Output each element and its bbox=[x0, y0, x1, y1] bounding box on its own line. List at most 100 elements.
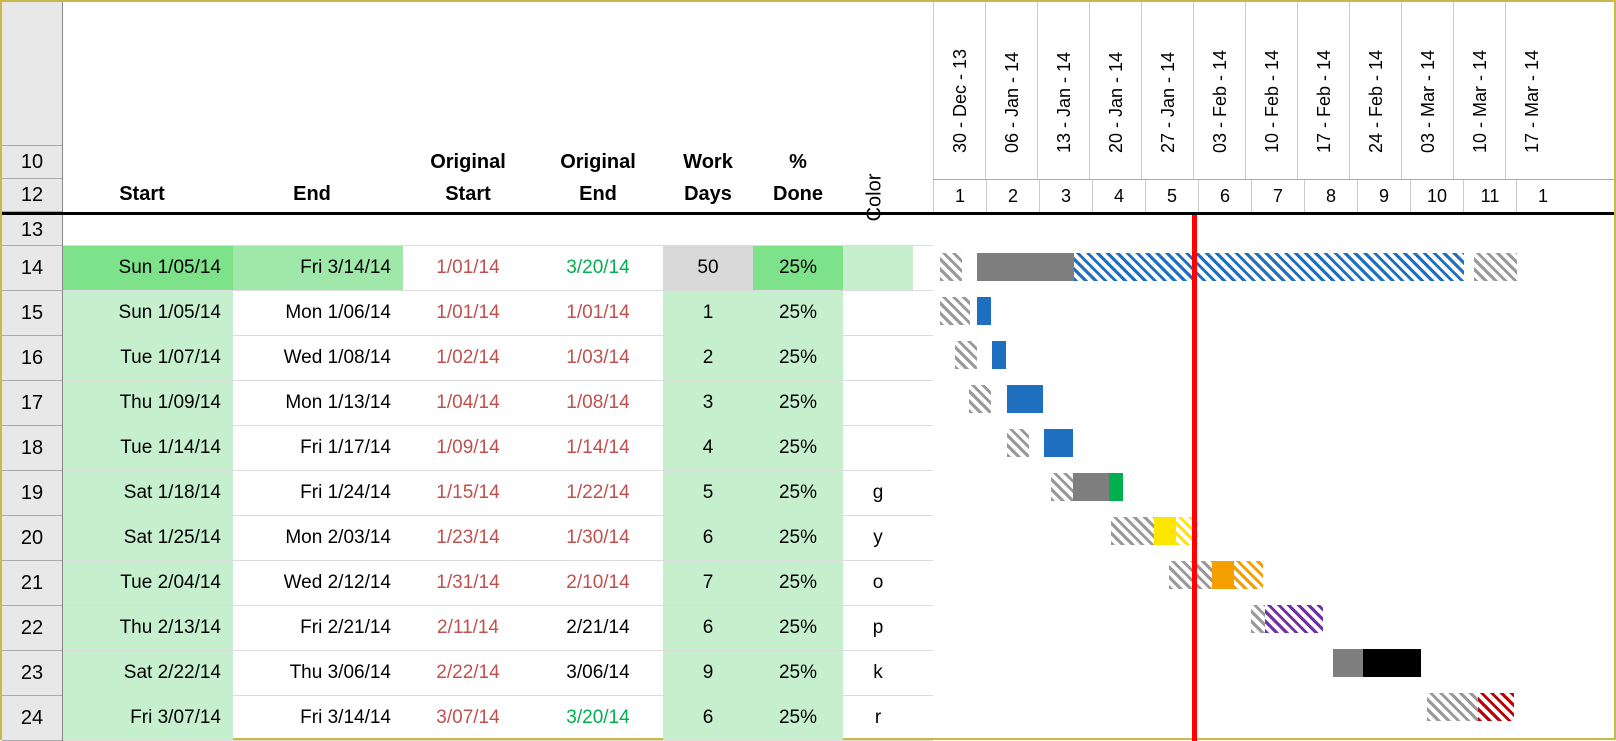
row-number[interactable]: 14 bbox=[2, 246, 62, 291]
cell-work-days[interactable]: 1 bbox=[663, 291, 753, 335]
cell-pct-done[interactable]: 25% bbox=[753, 651, 843, 695]
cell-original-start[interactable]: 2/22/14 bbox=[403, 651, 533, 695]
cell-work-days[interactable]: 5 bbox=[663, 471, 753, 515]
cell-pct-done[interactable]: 25% bbox=[753, 426, 843, 470]
cell-end[interactable]: Wed 2/12/14 bbox=[233, 561, 403, 605]
cell-original-start[interactable]: 1/01/14 bbox=[403, 246, 533, 290]
cell-color[interactable]: r bbox=[843, 696, 913, 740]
timeline-week-cell[interactable]: 4 bbox=[1092, 180, 1145, 212]
timeline-week-cell[interactable]: 3 bbox=[1039, 180, 1092, 212]
header-original-start-1[interactable]: Original bbox=[403, 151, 533, 180]
row-number[interactable]: 10 bbox=[2, 146, 62, 179]
cell-end[interactable]: Thu 3/06/14 bbox=[233, 651, 403, 695]
gantt-bar[interactable] bbox=[1427, 693, 1478, 721]
header-pct-1[interactable]: % bbox=[753, 151, 843, 180]
timeline-date-cell[interactable]: 13 - Jan - 14 bbox=[1037, 2, 1089, 179]
cell-pct-done[interactable]: 25% bbox=[753, 471, 843, 515]
row-number[interactable]: 20 bbox=[2, 516, 62, 561]
gantt-bar[interactable] bbox=[1333, 649, 1363, 677]
cell-end[interactable]: Fri 2/21/14 bbox=[233, 606, 403, 650]
cell-original-end[interactable]: 1/14/14 bbox=[533, 426, 663, 470]
cell-end[interactable]: Wed 1/08/14 bbox=[233, 336, 403, 380]
cell-pct-done[interactable]: 25% bbox=[753, 561, 843, 605]
row-number[interactable]: 16 bbox=[2, 336, 62, 381]
cell-pct-done[interactable]: 25% bbox=[753, 291, 843, 335]
timeline-date-cell[interactable]: 27 - Jan - 14 bbox=[1141, 2, 1193, 179]
cell-work-days[interactable]: 4 bbox=[663, 426, 753, 470]
header-start[interactable]: Start bbox=[63, 183, 233, 212]
cell-color[interactable] bbox=[843, 246, 913, 290]
timeline-date-cell[interactable]: 03 - Feb - 14 bbox=[1193, 2, 1245, 179]
gantt-bar[interactable] bbox=[1478, 693, 1514, 721]
cell-end[interactable]: Fri 1/24/14 bbox=[233, 471, 403, 515]
row-number[interactable]: 18 bbox=[2, 426, 62, 471]
gantt-bar[interactable] bbox=[1234, 561, 1263, 589]
timeline-date-cell[interactable]: 10 - Mar - 14 bbox=[1453, 2, 1505, 179]
cell-start[interactable]: Sun 1/05/14 bbox=[63, 291, 233, 335]
cell-work-days[interactable]: 7 bbox=[663, 561, 753, 605]
cell-start[interactable]: Tue 1/14/14 bbox=[63, 426, 233, 470]
row-number[interactable]: 17 bbox=[2, 381, 62, 426]
gantt-bar[interactable] bbox=[940, 297, 970, 325]
cell-color[interactable]: g bbox=[843, 471, 913, 515]
cell-color[interactable]: k bbox=[843, 651, 913, 695]
cell-end[interactable]: Mon 1/13/14 bbox=[233, 381, 403, 425]
gantt-bar[interactable] bbox=[940, 253, 962, 281]
header-original-start-2[interactable]: Start bbox=[403, 183, 533, 212]
cell-work-days[interactable]: 2 bbox=[663, 336, 753, 380]
gantt-bar[interactable] bbox=[1111, 517, 1154, 545]
cell-original-start[interactable]: 1/01/14 bbox=[403, 291, 533, 335]
header-pct-2[interactable]: Done bbox=[753, 183, 843, 212]
header-original-end-2[interactable]: End bbox=[533, 183, 663, 212]
cell-original-start[interactable]: 2/11/14 bbox=[403, 606, 533, 650]
cell-original-end[interactable]: 1/01/14 bbox=[533, 291, 663, 335]
header-end[interactable]: End bbox=[233, 183, 403, 212]
timeline-date-cell[interactable]: 24 - Feb - 14 bbox=[1349, 2, 1401, 179]
cell-work-days[interactable]: 6 bbox=[663, 516, 753, 560]
cell-original-end[interactable]: 1/08/14 bbox=[533, 381, 663, 425]
gantt-bar[interactable] bbox=[1073, 473, 1109, 501]
cell-original-end[interactable]: 1/30/14 bbox=[533, 516, 663, 560]
cell-original-end[interactable]: 3/20/14 bbox=[533, 696, 663, 740]
gantt-bar[interactable] bbox=[1007, 429, 1029, 457]
cell-start[interactable]: Thu 2/13/14 bbox=[63, 606, 233, 650]
gantt-bar[interactable] bbox=[1154, 517, 1176, 545]
timeline-date-cell[interactable]: 06 - Jan - 14 bbox=[985, 2, 1037, 179]
cell-start[interactable]: Tue 1/07/14 bbox=[63, 336, 233, 380]
cell-color[interactable] bbox=[843, 336, 913, 380]
gantt-bar[interactable] bbox=[1265, 605, 1323, 633]
cell-original-start[interactable]: 1/09/14 bbox=[403, 426, 533, 470]
header-work-1[interactable]: Work bbox=[663, 151, 753, 180]
timeline-week-cell[interactable]: 6 bbox=[1198, 180, 1251, 212]
header-color[interactable]: Color bbox=[864, 163, 893, 233]
gantt-bar[interactable] bbox=[1109, 473, 1123, 501]
cell-pct-done[interactable]: 25% bbox=[753, 336, 843, 380]
cell-end[interactable]: Mon 2/03/14 bbox=[233, 516, 403, 560]
cell-color[interactable]: p bbox=[843, 606, 913, 650]
cell-original-start[interactable]: 1/31/14 bbox=[403, 561, 533, 605]
cell-original-start[interactable]: 1/15/14 bbox=[403, 471, 533, 515]
cell-start[interactable]: Thu 1/09/14 bbox=[63, 381, 233, 425]
gantt-bar[interactable] bbox=[955, 341, 977, 369]
gantt-bar[interactable] bbox=[1363, 649, 1421, 677]
gantt-bar[interactable] bbox=[992, 341, 1006, 369]
gantt-bar[interactable] bbox=[1044, 429, 1073, 457]
timeline-date-cell[interactable]: 03 - Mar - 14 bbox=[1401, 2, 1453, 179]
cell-end[interactable]: Fri 3/14/14 bbox=[233, 696, 403, 740]
gantt-bar[interactable] bbox=[1074, 253, 1464, 281]
cell-color[interactable] bbox=[843, 426, 913, 470]
cell-original-end[interactable]: 3/20/14 bbox=[533, 246, 663, 290]
gantt-bar[interactable] bbox=[977, 297, 991, 325]
cell-start[interactable]: Sat 1/25/14 bbox=[63, 516, 233, 560]
cell-original-end[interactable]: 2/10/14 bbox=[533, 561, 663, 605]
gantt-bar[interactable] bbox=[1169, 561, 1212, 589]
timeline-date-cell[interactable]: 20 - Jan - 14 bbox=[1089, 2, 1141, 179]
timeline-week-cell[interactable]: 5 bbox=[1145, 180, 1198, 212]
cell-pct-done[interactable]: 25% bbox=[753, 516, 843, 560]
timeline-week-cell[interactable]: 9 bbox=[1357, 180, 1410, 212]
cell-end[interactable]: Mon 1/06/14 bbox=[233, 291, 403, 335]
cell-pct-done[interactable]: 25% bbox=[753, 606, 843, 650]
cell-original-end[interactable]: 1/03/14 bbox=[533, 336, 663, 380]
row-number[interactable]: 19 bbox=[2, 471, 62, 516]
cell-work-days[interactable]: 9 bbox=[663, 651, 753, 695]
